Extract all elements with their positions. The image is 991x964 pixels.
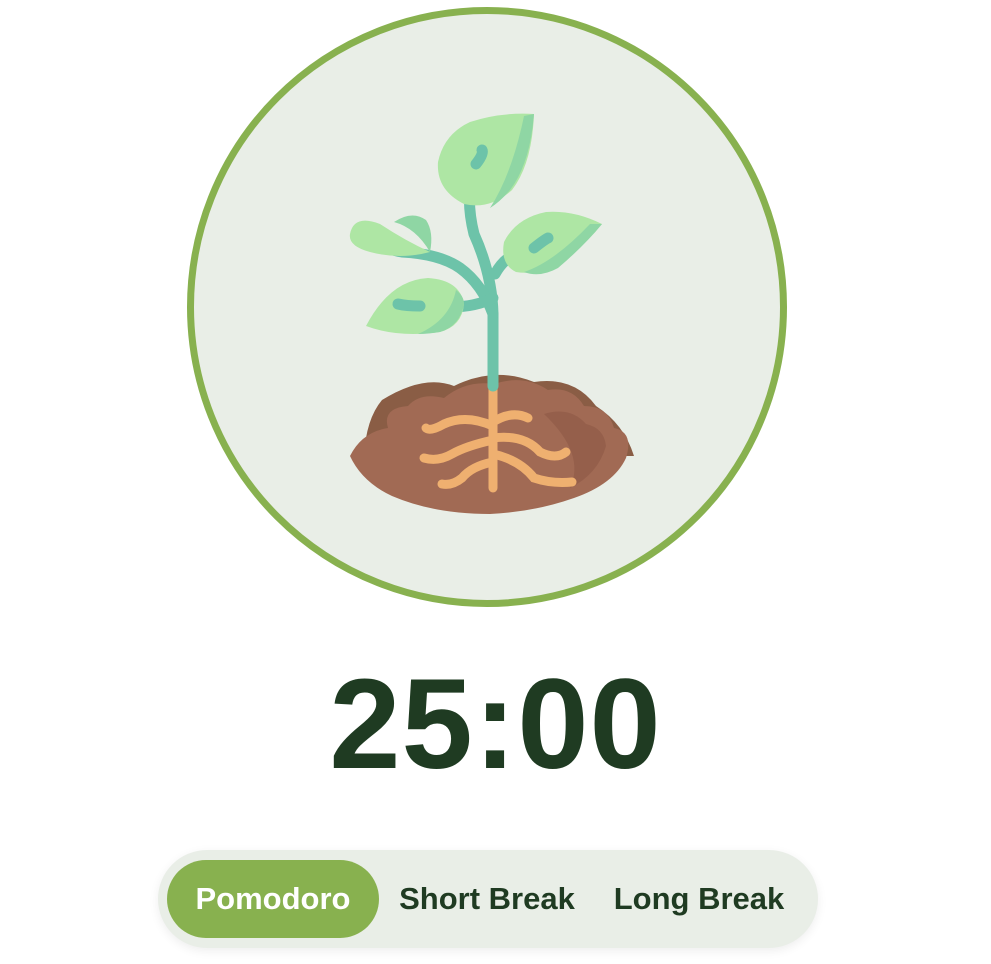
short-break-tab[interactable]: Short Break — [379, 860, 595, 938]
timer-display: 25:00 — [329, 653, 662, 796]
plant-progress-circle — [187, 7, 787, 607]
mode-switch: Pomodoro Short Break Long Break — [158, 850, 818, 948]
long-break-tab[interactable]: Long Break — [595, 860, 803, 938]
sprout-in-soil-icon — [349, 113, 634, 514]
pomodoro-tab[interactable]: Pomodoro — [167, 860, 379, 938]
